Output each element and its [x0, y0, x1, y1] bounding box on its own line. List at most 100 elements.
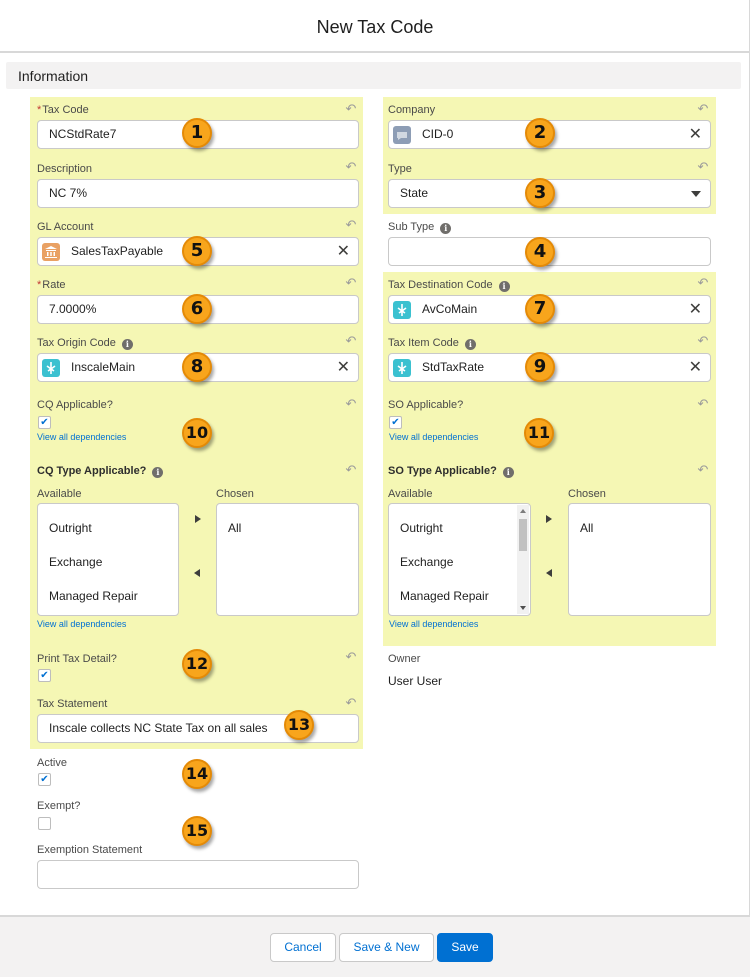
- lookup-icon: [42, 359, 60, 377]
- tax-item-code-label: Tax Item Code i: [388, 337, 476, 350]
- info-icon[interactable]: i: [464, 339, 476, 350]
- list-item[interactable]: All: [228, 521, 241, 535]
- so-applicable-checkbox[interactable]: ✔: [389, 416, 402, 429]
- callout-badge-12: 12: [182, 649, 212, 679]
- clear-icon[interactable]: ✕: [689, 296, 702, 323]
- view-all-dependencies-link[interactable]: View all dependencies: [389, 432, 478, 442]
- move-left-icon[interactable]: [546, 569, 552, 577]
- callout-badge-14: 14: [182, 759, 212, 789]
- callout-badge-15: 15: [182, 816, 212, 846]
- tax-destination-code-value: AvCoMain: [422, 302, 478, 316]
- move-right-icon[interactable]: [546, 515, 552, 523]
- info-icon[interactable]: i: [440, 223, 452, 234]
- callout-badge-6: 6: [182, 294, 212, 324]
- list-item[interactable]: All: [580, 521, 593, 535]
- clear-icon[interactable]: ✕: [689, 354, 702, 381]
- undo-icon[interactable]: ↶: [344, 697, 358, 711]
- section-information[interactable]: Information: [6, 62, 741, 89]
- callout-badge-7: 7: [525, 294, 555, 324]
- active-checkbox[interactable]: ✔: [38, 773, 51, 786]
- undo-icon[interactable]: ↶: [696, 464, 710, 478]
- list-item[interactable]: Managed Repair: [400, 589, 489, 603]
- info-icon[interactable]: i: [121, 339, 133, 350]
- callout-badge-4: 4: [525, 237, 555, 267]
- scroll-up-icon[interactable]: [520, 509, 526, 513]
- description-input[interactable]: NC 7%: [37, 179, 359, 208]
- exemption-statement-label: Exemption Statement: [37, 844, 143, 856]
- so-chosen-label: Chosen: [568, 488, 606, 500]
- modal-title: New Tax Code: [0, 0, 750, 53]
- cq-type-applicable-label: CQ Type Applicable? i: [37, 465, 164, 478]
- cq-available-listbox[interactable]: Outright Exchange Managed Repair: [37, 503, 179, 616]
- undo-icon[interactable]: ↶: [344, 161, 358, 175]
- scroll-down-icon[interactable]: [520, 606, 526, 610]
- callout-badge-9: 9: [525, 352, 555, 382]
- undo-icon[interactable]: ↶: [344, 103, 358, 117]
- scrollbar[interactable]: [517, 505, 529, 614]
- exempt-label: Exempt?: [37, 800, 81, 812]
- sub-type-label: Sub Type i: [388, 221, 452, 234]
- undo-icon[interactable]: ↶: [696, 335, 710, 349]
- print-tax-detail-checkbox[interactable]: ✔: [38, 669, 51, 682]
- cancel-button[interactable]: Cancel: [270, 933, 336, 962]
- scroll-thumb[interactable]: [519, 519, 527, 551]
- callout-badge-13: 13: [284, 710, 314, 740]
- cq-chosen-listbox[interactable]: All: [216, 503, 359, 616]
- callout-badge-8: 8: [182, 352, 212, 382]
- lookup-icon: [393, 301, 411, 319]
- callout-badge-10: 10: [182, 418, 212, 448]
- modal-footer: Cancel Save & New Save: [0, 915, 750, 977]
- save-and-new-button[interactable]: Save & New: [339, 933, 434, 962]
- undo-icon[interactable]: ↶: [696, 103, 710, 117]
- undo-icon[interactable]: ↶: [696, 161, 710, 175]
- info-icon[interactable]: i: [152, 467, 164, 478]
- chevron-down-icon: [691, 191, 701, 197]
- list-item[interactable]: Exchange: [49, 555, 102, 569]
- clear-icon[interactable]: ✕: [337, 238, 350, 265]
- undo-icon[interactable]: ↶: [344, 335, 358, 349]
- active-label: Active: [37, 757, 67, 769]
- list-item[interactable]: Outright: [400, 521, 443, 535]
- undo-icon[interactable]: ↶: [344, 651, 358, 665]
- undo-icon[interactable]: ↶: [696, 398, 710, 412]
- list-item[interactable]: Managed Repair: [49, 589, 138, 603]
- undo-icon[interactable]: ↶: [344, 398, 358, 412]
- gl-account-label: GL Account: [37, 221, 94, 233]
- info-icon[interactable]: i: [498, 281, 510, 292]
- lookup-icon: [393, 359, 411, 377]
- cq-applicable-checkbox[interactable]: ✔: [38, 416, 51, 429]
- so-available-listbox[interactable]: Outright Exchange Managed Repair: [388, 503, 531, 616]
- tax-code-label: *Tax Code: [37, 104, 89, 116]
- exemption-statement-input[interactable]: [37, 860, 359, 889]
- so-applicable-label: SO Applicable?: [388, 399, 464, 411]
- view-all-dependencies-link[interactable]: View all dependencies: [37, 619, 126, 629]
- callout-badge-2: 2: [525, 118, 555, 148]
- exempt-checkbox[interactable]: [38, 817, 51, 830]
- view-all-dependencies-link[interactable]: View all dependencies: [37, 432, 126, 442]
- rate-label: *Rate: [37, 279, 66, 291]
- info-icon[interactable]: i: [502, 467, 514, 478]
- gl-account-value: SalesTaxPayable: [71, 244, 164, 258]
- tax-item-code-value: StdTaxRate: [422, 360, 485, 374]
- clear-icon[interactable]: ✕: [337, 354, 350, 381]
- view-all-dependencies-link[interactable]: View all dependencies: [389, 619, 478, 629]
- undo-icon[interactable]: ↶: [344, 464, 358, 478]
- callout-badge-5: 5: [182, 236, 212, 266]
- company-value: CID-0: [422, 127, 454, 141]
- cq-applicable-label: CQ Applicable?: [37, 399, 113, 411]
- clear-icon[interactable]: ✕: [689, 121, 702, 148]
- move-right-icon[interactable]: [195, 515, 201, 523]
- description-label: Description: [37, 163, 93, 175]
- bank-icon: [42, 243, 60, 261]
- tax-destination-code-label: Tax Destination Code i: [388, 279, 510, 292]
- save-button[interactable]: Save: [437, 933, 493, 962]
- undo-icon[interactable]: ↶: [344, 277, 358, 291]
- so-chosen-listbox[interactable]: All: [568, 503, 711, 616]
- list-item[interactable]: Outright: [49, 521, 92, 535]
- cq-available-label: Available: [37, 488, 82, 500]
- undo-icon[interactable]: ↶: [344, 219, 358, 233]
- undo-icon[interactable]: ↶: [696, 277, 710, 291]
- tax-origin-code-label: Tax Origin Code i: [37, 337, 133, 350]
- move-left-icon[interactable]: [194, 569, 200, 577]
- list-item[interactable]: Exchange: [400, 555, 453, 569]
